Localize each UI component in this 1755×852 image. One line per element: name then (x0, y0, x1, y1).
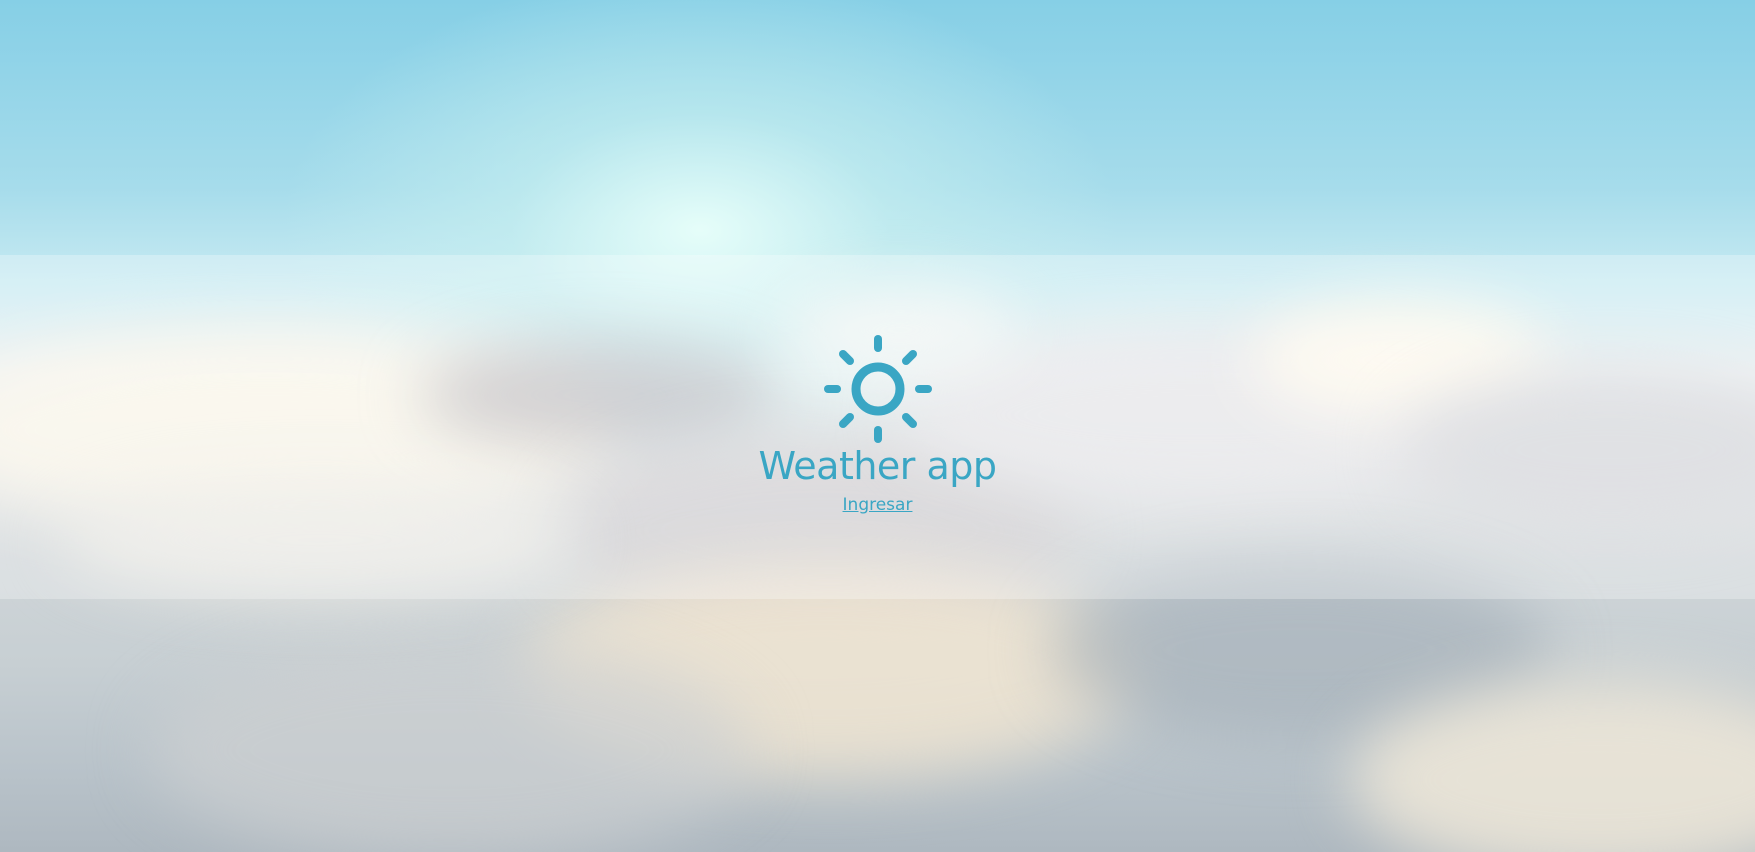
background-cloud (150, 640, 750, 852)
hero: Weather app Ingresar (0, 255, 1755, 599)
app-title: Weather app (758, 444, 997, 488)
login-link[interactable]: Ingresar (843, 495, 913, 515)
sun-icon (823, 335, 932, 443)
landing-page: Weather app Ingresar (0, 0, 1755, 852)
